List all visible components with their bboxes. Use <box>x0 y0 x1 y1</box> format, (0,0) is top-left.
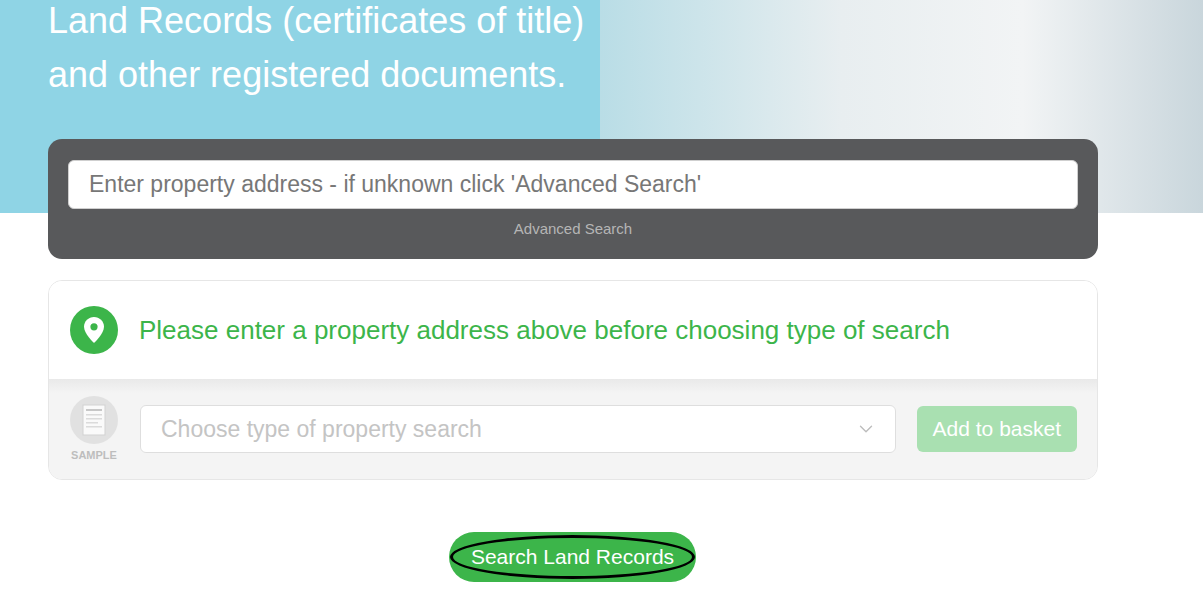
chevron-down-icon <box>855 418 877 440</box>
search-land-records-button[interactable]: Search Land Records <box>449 532 696 582</box>
annotation-ellipse: Search Land Records <box>450 535 695 579</box>
notice-text: Please enter a property address above be… <box>139 313 950 347</box>
hero-title-line: Land Records (certificates of title) <box>48 0 580 48</box>
search-type-row: SAMPLE Choose type of property search Add … <box>49 379 1097 479</box>
search-card: Please enter a property address above be… <box>48 280 1098 480</box>
search-button-row: Search Land Records <box>0 532 1203 582</box>
sample-preview[interactable]: SAMPLE <box>69 396 119 462</box>
search-panel: Advanced Search <box>48 139 1098 259</box>
page: Land Records (certificates of title)and … <box>0 0 1203 593</box>
location-badge <box>70 306 118 354</box>
sample-label: SAMPLE <box>71 448 117 462</box>
address-input[interactable] <box>68 160 1078 209</box>
hero-title-line: and other registered documents. <box>48 48 580 102</box>
notice-row: Please enter a property address above be… <box>49 281 1097 379</box>
select-placeholder: Choose type of property search <box>161 414 482 444</box>
document-icon <box>82 404 106 436</box>
search-type-select[interactable]: Choose type of property search <box>140 405 896 453</box>
map-pin-icon <box>84 317 104 343</box>
advanced-search-link[interactable]: Advanced Search <box>514 219 632 239</box>
add-to-basket-button[interactable]: Add to basket <box>917 406 1077 452</box>
